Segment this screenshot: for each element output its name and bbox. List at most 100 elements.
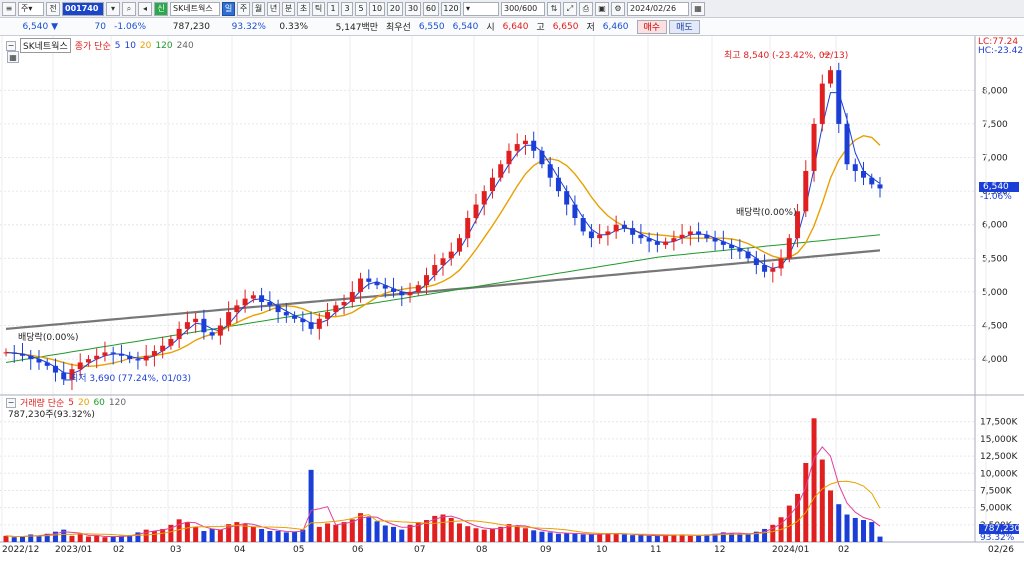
menu-icon[interactable]: ≡ xyxy=(2,1,16,16)
candle-body xyxy=(143,355,149,361)
candle-body xyxy=(135,359,141,361)
candle-body xyxy=(151,351,157,356)
candle-body xyxy=(720,241,726,245)
code-input[interactable]: 001740 xyxy=(62,1,104,16)
x-tick-label: 02/26 xyxy=(988,545,1014,555)
candle-body xyxy=(473,204,479,218)
candle-body xyxy=(77,362,83,370)
period-daily[interactable]: 일 xyxy=(222,1,235,16)
chart-area[interactable]: 8,000 7,500 7,000 6,500 6,000 5,500 5,000 4,500… xyxy=(0,36,1024,558)
save-icon[interactable]: ▣ xyxy=(595,1,609,16)
volume-bar xyxy=(316,526,322,542)
x-tick-label: 12 xyxy=(714,545,725,555)
x-tick-label: 03 xyxy=(170,545,181,555)
volume-bar xyxy=(391,526,397,542)
dropdown-icon[interactable]: ▾ xyxy=(106,1,120,16)
stock-name[interactable]: SK네트웍스 xyxy=(170,1,220,16)
prev-next-icon[interactable]: ◂ xyxy=(138,1,152,16)
interval-20[interactable]: 20 xyxy=(387,1,403,16)
volume-bar xyxy=(283,532,289,542)
current-price: 6,540 ▼ xyxy=(22,21,58,32)
candle-body xyxy=(267,302,273,306)
volume-bar xyxy=(547,532,553,542)
volume-pct-tag: 93.32% xyxy=(980,533,1015,543)
chart-tools-icon[interactable]: ⇅ xyxy=(547,1,561,16)
account-icon[interactable]: 전 xyxy=(46,1,60,16)
dividend-label-1: 배당락(0.00%) xyxy=(18,333,79,343)
candle-body xyxy=(555,177,561,192)
chart-svg[interactable]: 8,0007,5007,0006,5006,0005,5005,0004,500… xyxy=(0,36,1024,558)
open-price: 6,640 xyxy=(502,21,529,32)
candle-body xyxy=(877,184,883,189)
current-pct-tag: -1.06% xyxy=(980,192,1012,202)
volume-bar xyxy=(605,533,611,542)
candle-body xyxy=(118,353,124,356)
volume-bar xyxy=(737,533,743,542)
interval-60[interactable]: 60 xyxy=(423,1,439,16)
candle-body xyxy=(349,291,355,302)
candle-body xyxy=(737,248,743,252)
ma5-legend: 5 xyxy=(114,40,121,51)
interval-1[interactable]: 1 xyxy=(327,1,339,16)
volume-bar xyxy=(828,490,834,542)
compare-icon[interactable]: ⤢ xyxy=(563,1,577,16)
volume-bar xyxy=(102,537,108,542)
interval-5[interactable]: 5 xyxy=(355,1,367,16)
volume-ratio: 93.32% xyxy=(231,21,266,32)
interval-120[interactable]: 120 xyxy=(441,1,461,16)
collapse-icon[interactable]: − xyxy=(6,40,16,51)
candle-body xyxy=(275,305,281,313)
candle-body xyxy=(481,191,487,205)
volume-bar xyxy=(572,533,578,542)
custom-interval[interactable]: ▾ xyxy=(463,1,499,16)
candle-body xyxy=(696,231,702,235)
calendar-icon[interactable]: ▦ xyxy=(691,1,705,16)
candle-body xyxy=(300,318,306,323)
candle-body xyxy=(28,355,34,360)
period-yearly[interactable]: 년 xyxy=(267,1,280,16)
search-icon[interactable]: ⌕ xyxy=(122,1,136,16)
candle-body xyxy=(168,338,174,346)
candle-body xyxy=(110,352,116,354)
ma10-legend: 10 xyxy=(124,40,136,51)
candle-body xyxy=(3,352,9,354)
sell-button[interactable]: 매도 xyxy=(669,19,700,34)
price-change-pct: -1.06% xyxy=(114,21,146,32)
period-monthly[interactable]: 월 xyxy=(252,1,265,16)
low-annotation: 최저 3,690 (77.24%, 01/03) xyxy=(70,374,192,384)
date-input[interactable]: 2024/02/26 xyxy=(627,1,689,16)
period-minute[interactable]: 분 xyxy=(282,1,295,16)
interval-30[interactable]: 30 xyxy=(405,1,421,16)
period-tick[interactable]: 틱 xyxy=(312,1,325,16)
candle-body xyxy=(325,312,331,319)
candle-body xyxy=(19,353,25,356)
volume-bar xyxy=(456,523,462,542)
candle-body xyxy=(679,234,685,239)
x-tick-label: 11 xyxy=(650,545,661,555)
candle-body xyxy=(160,345,166,352)
buy-button[interactable]: 매수 xyxy=(636,19,668,34)
volume-bar xyxy=(94,535,100,542)
period-select[interactable]: 주 ▾ xyxy=(18,1,44,16)
volume-collapse-icon[interactable]: − xyxy=(6,397,16,408)
grid-toggle-icon[interactable]: ▦ xyxy=(7,51,19,63)
x-tick-label: 2024/01 xyxy=(772,545,809,555)
volume-bar xyxy=(333,524,339,542)
period-weekly[interactable]: 주 xyxy=(237,1,250,16)
volume-bar xyxy=(836,504,842,542)
volume-bar xyxy=(110,536,116,542)
interval-10[interactable]: 10 xyxy=(369,1,385,16)
x-tick-label: 10 xyxy=(596,545,608,555)
volume-bar xyxy=(184,522,190,542)
candle-body xyxy=(176,328,182,339)
candle-body xyxy=(432,265,438,276)
count-input[interactable]: 300/600 xyxy=(501,1,545,16)
candle-body xyxy=(506,150,512,165)
print-icon[interactable]: ⎙ xyxy=(579,1,593,16)
period-second[interactable]: 초 xyxy=(297,1,310,16)
interval-3[interactable]: 3 xyxy=(341,1,353,16)
settings-icon[interactable]: ⚙ xyxy=(611,1,625,16)
candle-body xyxy=(828,70,834,84)
volume-bar xyxy=(308,469,314,542)
volume-bar xyxy=(597,533,603,542)
